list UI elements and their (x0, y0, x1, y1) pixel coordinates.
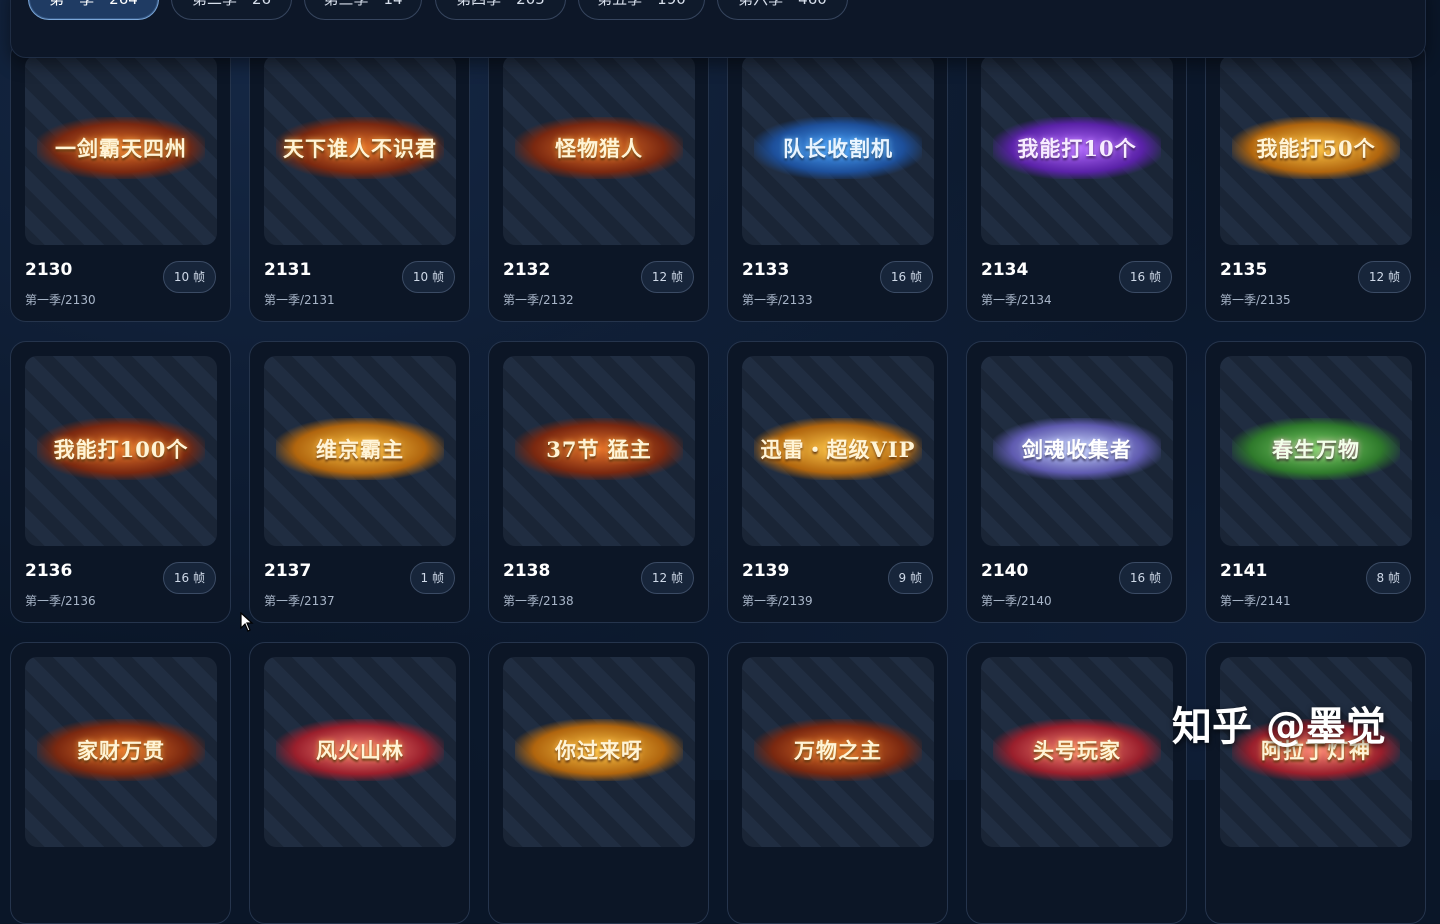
emblem-card[interactable]: 我能打10个 2134 第一季/2134 16 帧 (966, 40, 1187, 322)
emblem-card[interactable]: 怪物猎人 2132 第一季/2132 12 帧 (488, 40, 709, 322)
emblem-thumbnail: 春生万物 (1220, 356, 1412, 546)
emblem-path: 第一季/2132 (503, 293, 574, 307)
emblem-artwork: 队长收割机 (754, 117, 922, 179)
emblem-path: 第一季/2139 (742, 594, 813, 608)
emblem-card[interactable]: 阿拉丁灯神 (1205, 642, 1426, 924)
tab-season-5[interactable]: 第五季・190 (578, 0, 705, 20)
emblem-artwork: 万物之主 (754, 719, 922, 781)
emblem-card[interactable]: 头号玩家 (966, 642, 1187, 924)
emblem-number: 2134 (981, 260, 1029, 280)
frame-count-badge: 12 帧 (1357, 261, 1411, 293)
emblem-card[interactable]: 一剑霸天四州 2130 第一季/2130 10 帧 (10, 40, 231, 322)
emblem-artwork: 一剑霸天四州 (37, 117, 205, 179)
emblem-number: 2137 (264, 561, 312, 581)
emblem-number: 2136 (25, 561, 73, 581)
emblem-card[interactable]: 万物之主 (727, 642, 948, 924)
emblem-thumbnail: 剑魂收集者 (981, 356, 1173, 546)
emblem-path: 第一季/2136 (25, 594, 96, 608)
tab-season-1[interactable]: 第一季・264 (28, 0, 159, 20)
frame-count-badge: 9 帧 (887, 562, 933, 594)
emblem-card[interactable]: 迅雷・超级VIP 2139 第一季/2139 9 帧 (727, 341, 948, 623)
emblem-thumbnail: 你过来呀 (503, 657, 695, 847)
emblem-path: 第一季/2141 (1220, 594, 1291, 608)
emblem-path: 第一季/2137 (264, 594, 335, 608)
tab-season-4[interactable]: 第四季・205 (435, 0, 566, 20)
emblem-thumbnail: 家财万贯 (25, 657, 217, 847)
frame-count-badge: 12 帧 (640, 562, 694, 594)
emblem-artwork: 维京霸主 (276, 418, 444, 480)
emblem-artwork: 剑魂收集者 (993, 418, 1161, 480)
emblem-thumbnail: 我能打100个 (25, 356, 217, 546)
emblem-artwork: 37节 猛主 (515, 418, 683, 480)
frame-count-badge: 16 帧 (1118, 261, 1172, 293)
emblem-artwork: 怪物猎人 (515, 117, 683, 179)
emblem-thumbnail: 天下谁人不识君 (264, 55, 456, 245)
emblem-thumbnail: 怪物猎人 (503, 55, 695, 245)
emblem-number: 2133 (742, 260, 790, 280)
emblem-thumbnail: 维京霸主 (264, 356, 456, 546)
emblem-thumbnail: 37节 猛主 (503, 356, 695, 546)
emblem-number: 2139 (742, 561, 790, 581)
emblem-number: 2130 (25, 260, 73, 280)
frame-count-badge: 16 帧 (1118, 562, 1172, 594)
emblem-number: 2135 (1220, 260, 1268, 280)
season-tab-bar: 第一季・264 第二季・26 第三季・14 第四季・205 第五季・190 第六季・460 (10, 0, 1426, 58)
emblem-path: 第一季/2130 (25, 293, 96, 307)
emblem-card[interactable]: 春生万物 2141 第一季/2141 8 帧 (1205, 341, 1426, 623)
emblem-thumbnail: 一剑霸天四州 (25, 55, 217, 245)
emblem-number: 2132 (503, 260, 551, 280)
emblem-path: 第一季/2138 (503, 594, 574, 608)
emblem-artwork: 我能打10个 (993, 117, 1161, 179)
frame-count-badge: 12 帧 (640, 261, 694, 293)
emblem-card[interactable]: 天下谁人不识君 2131 第一季/2131 10 帧 (249, 40, 470, 322)
emblem-number: 2141 (1220, 561, 1268, 581)
emblem-artwork: 家财万贯 (37, 719, 205, 781)
emblem-thumbnail: 阿拉丁灯神 (1220, 657, 1412, 847)
tab-season-3[interactable]: 第三季・14 (304, 0, 422, 20)
frame-count-badge: 16 帧 (879, 261, 933, 293)
emblem-thumbnail: 迅雷・超级VIP (742, 356, 934, 546)
emblem-artwork: 迅雷・超级VIP (754, 418, 922, 480)
emblem-artwork: 我能打100个 (37, 418, 205, 480)
emblem-card[interactable]: 我能打50个 2135 第一季/2135 12 帧 (1205, 40, 1426, 322)
emblem-card[interactable]: 我能打100个 2136 第一季/2136 16 帧 (10, 341, 231, 623)
frame-count-badge: 16 帧 (162, 562, 216, 594)
emblem-card[interactable]: 维京霸主 2137 第一季/2137 1 帧 (249, 341, 470, 623)
frame-count-badge: 10 帧 (401, 261, 455, 293)
emblem-path: 第一季/2133 (742, 293, 813, 307)
tab-season-2[interactable]: 第二季・26 (171, 0, 292, 20)
emblem-card[interactable]: 家财万贯 (10, 642, 231, 924)
emblem-number: 2131 (264, 260, 312, 280)
emblem-number: 2138 (503, 561, 551, 581)
emblem-artwork: 春生万物 (1232, 418, 1400, 480)
emblem-card[interactable]: 你过来呀 (488, 642, 709, 924)
emblem-artwork: 头号玩家 (993, 719, 1161, 781)
emblem-path: 第一季/2135 (1220, 293, 1291, 307)
mouse-cursor-icon (240, 611, 254, 636)
emblem-path: 第一季/2134 (981, 293, 1052, 307)
emblem-path: 第一季/2140 (981, 594, 1052, 608)
frame-count-badge: 10 帧 (162, 261, 216, 293)
frame-count-badge: 1 帧 (409, 562, 455, 594)
emblem-thumbnail: 风火山林 (264, 657, 456, 847)
emblem-card[interactable]: 队长收割机 2133 第一季/2133 16 帧 (727, 40, 948, 322)
emblem-artwork: 你过来呀 (515, 719, 683, 781)
emblem-card[interactable]: 37节 猛主 2138 第一季/2138 12 帧 (488, 341, 709, 623)
emblem-thumbnail: 我能打10个 (981, 55, 1173, 245)
emblem-card[interactable]: 剑魂收集者 2140 第一季/2140 16 帧 (966, 341, 1187, 623)
emblem-number: 2140 (981, 561, 1029, 581)
emblem-thumbnail: 我能打50个 (1220, 55, 1412, 245)
emblem-thumbnail: 万物之主 (742, 657, 934, 847)
emblem-card[interactable]: 风火山林 (249, 642, 470, 924)
tab-season-6[interactable]: 第六季・460 (717, 0, 848, 20)
emblem-artwork: 我能打50个 (1232, 117, 1400, 179)
emblem-thumbnail: 头号玩家 (981, 657, 1173, 847)
emblem-path: 第一季/2131 (264, 293, 335, 307)
frame-count-badge: 8 帧 (1365, 562, 1411, 594)
emblem-thumbnail: 队长收割机 (742, 55, 934, 245)
emblem-artwork: 天下谁人不识君 (276, 117, 444, 179)
watermark: 知乎 @墨觉 (1172, 704, 1386, 750)
emblem-artwork: 风火山林 (276, 719, 444, 781)
